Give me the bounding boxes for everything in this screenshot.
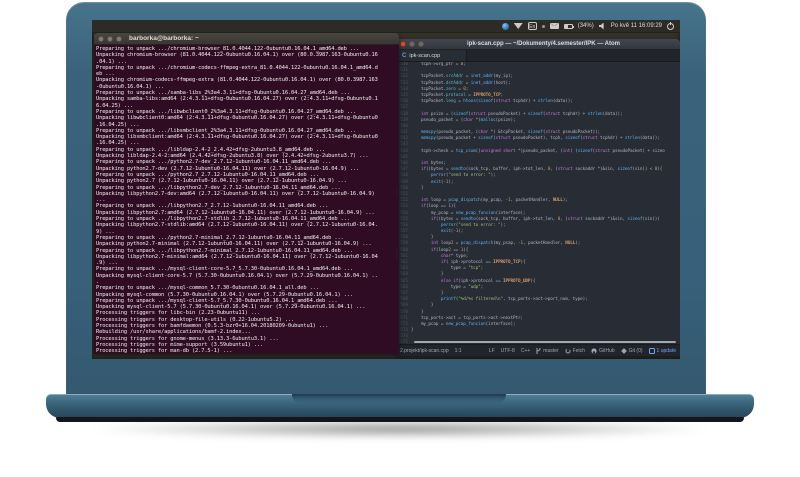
status-file-path[interactable]: 2.projekt/ipk-scan.cpp [400, 348, 449, 354]
clock[interactable]: Po kvě 11 16:09:29 [611, 23, 662, 29]
close-button[interactable] [400, 41, 406, 47]
status-encoding[interactable]: UTF-8 [501, 348, 515, 354]
c-file-icon: C [402, 52, 407, 59]
status-github[interactable]: GitHub [591, 348, 615, 354]
laptop-shadow [84, 420, 716, 438]
horizontal-scrollbar[interactable] [414, 341, 676, 343]
status-git[interactable]: Git (0) [620, 347, 643, 354]
battery-icon[interactable] [563, 23, 574, 29]
minimize-button[interactable] [409, 41, 415, 47]
battery-percent: (34%) [577, 23, 594, 29]
terminal-titlebar[interactable]: barborka@barborka: ~ [94, 33, 399, 45]
terminal-window-title: barborka@barborka: ~ [129, 35, 199, 42]
code-editor[interactable]: 530 tcph->urg_ptr = 0; 531 532 tcpPacket.s… [396, 62, 680, 344]
top-panel: En (34%) Po kvě 11 16:09:29 [92, 20, 680, 33]
keyboard-layout-indicator[interactable]: En [527, 22, 537, 30]
status-line-ending[interactable]: LF [489, 348, 495, 354]
code-rows: 530 tcph->urg_ptr = 0; 531 532 tcpPacket.s… [396, 62, 680, 344]
code-line: 542 memcpy(pseudo_packet + sizeof(struct… [400, 136, 660, 142]
atom-window-title: ipk-scan.cpp — ~/Dokumenty/4.semester/IP… [467, 41, 620, 47]
sync-icon [565, 348, 571, 353]
status-updates[interactable]: 1 update [648, 347, 676, 354]
app-indicator-icon[interactable] [501, 22, 509, 30]
status-git-branch[interactable]: master [536, 347, 559, 354]
tab-label: ipk-scan.cpp [409, 52, 441, 59]
atom-tab-bar: C ipk-scan.cpp [396, 50, 680, 62]
code-line: 544 tcph->check = tcp_csum((unsigned sho… [400, 148, 665, 154]
volume-icon[interactable] [598, 22, 604, 30]
wifi-icon[interactable] [513, 23, 523, 29]
atom-window: ipk-scan.cpp — ~/Dokumenty/4.semester/IP… [396, 39, 680, 356]
messaging-icon[interactable] [541, 24, 545, 28]
status-fetch[interactable]: Fetch [565, 348, 585, 354]
atom-titlebar[interactable]: ipk-scan.cpp — ~/Dokumenty/4.semester/IP… [396, 39, 680, 50]
laptop-base-notch [292, 394, 506, 403]
tab-ipk-scan-cpp[interactable]: C ipk-scan.cpp [396, 50, 467, 61]
mail-icon[interactable] [549, 23, 559, 29]
github-icon [591, 347, 597, 354]
desktop: En (34%) Po kvě 11 16:09:29 ipk-scan.cpp… [92, 20, 680, 359]
maximize-button[interactable] [116, 35, 122, 42]
terminal-output[interactable]: Preparing to unpack .../chromium-browser… [94, 45, 399, 354]
close-button[interactable] [98, 35, 104, 42]
maximize-button[interactable] [418, 41, 424, 47]
minimize-button[interactable] [107, 35, 113, 42]
branch-icon [536, 347, 541, 354]
git-icon [620, 347, 627, 354]
terminal-window: barborka@barborka: ~ Preparing to unpack… [94, 33, 399, 354]
status-grammar[interactable]: C++ [521, 348, 530, 354]
power-icon[interactable] [667, 21, 674, 30]
status-cursor-position[interactable]: 1:1 [455, 348, 462, 354]
package-update-icon [648, 347, 655, 354]
atom-status-bar: 2.projekt/ipk-scan.cpp 1:1 LF UTF-8 C++ … [396, 344, 680, 356]
